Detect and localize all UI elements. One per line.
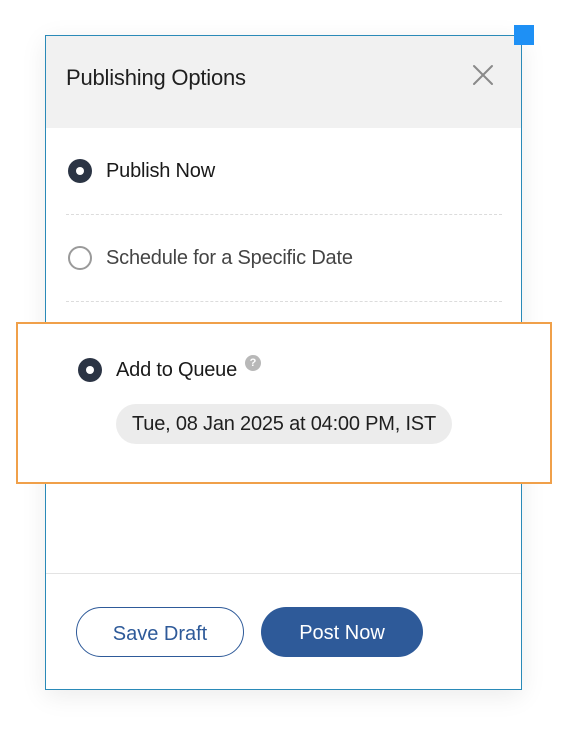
queue-datetime-badge: Tue, 08 Jan 2025 at 04:00 PM, IST (116, 404, 452, 444)
option-publish-now[interactable]: Publish Now (68, 159, 215, 183)
question-circle-icon[interactable]: ? (245, 355, 262, 371)
close-icon[interactable] (471, 63, 495, 87)
radio-publish-now[interactable] (68, 159, 92, 183)
radio-add-to-queue[interactable] (78, 358, 102, 382)
dialog-title: Publishing Options (66, 65, 246, 90)
option-schedule[interactable]: Schedule for a Specific Date (68, 246, 353, 270)
option-schedule-label: Schedule for a Specific Date (106, 246, 353, 269)
option-add-to-queue[interactable]: Add to Queue ? (78, 355, 262, 382)
stage: Publishing Options Publish Now Schedule … (0, 0, 570, 748)
save-draft-button[interactable]: Save Draft (76, 607, 244, 657)
radio-schedule[interactable] (68, 246, 92, 270)
option-add-to-queue-label: Add to Queue (116, 358, 238, 381)
option-publish-now-label: Publish Now (106, 159, 215, 182)
option-divider (66, 301, 502, 302)
add-to-queue-highlight: Add to Queue ? Tue, 08 Jan 2025 at 04:00… (16, 322, 552, 484)
post-now-button[interactable]: Post Now (261, 607, 423, 657)
selection-handle[interactable] (514, 25, 534, 45)
dialog-header: Publishing Options (46, 36, 521, 128)
footer-divider (46, 573, 521, 574)
option-divider (66, 214, 502, 215)
